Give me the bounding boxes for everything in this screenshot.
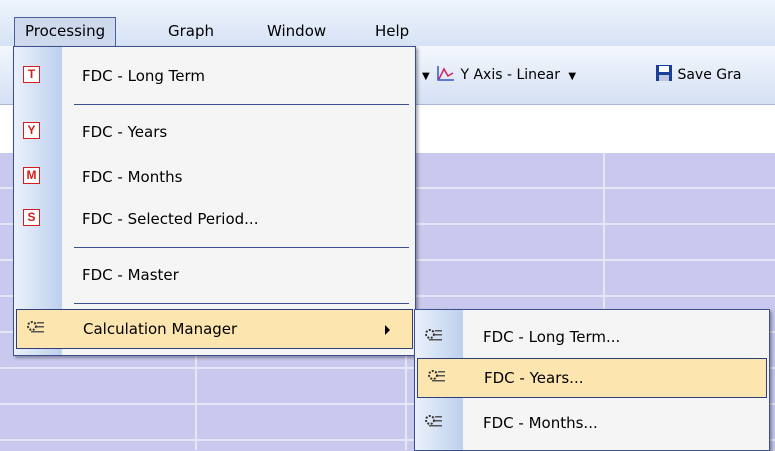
menu-item-label: FDC - Master xyxy=(82,266,179,284)
calculation-icon xyxy=(428,370,445,382)
chart-line-icon xyxy=(437,66,454,81)
menu-window[interactable]: Window xyxy=(257,17,336,46)
menu-separator xyxy=(74,104,409,105)
y-axis-button[interactable]: Y Axis - Linear ▼ xyxy=(436,64,580,86)
menu-separator xyxy=(74,303,409,304)
menu-processing[interactable]: Processing xyxy=(14,17,117,46)
letter-y-icon: Y xyxy=(23,122,40,139)
menu-item-fdc-long-term[interactable]: T FDC - Long Term xyxy=(14,57,415,95)
menu-item-label: Calculation Manager xyxy=(83,320,238,338)
calculation-icon xyxy=(425,329,442,341)
y-axis-label: Y Axis - Linear xyxy=(460,67,560,83)
menu-item-label: FDC - Long Term xyxy=(82,67,206,85)
calculation-icon xyxy=(425,415,442,427)
chevron-down-icon: ▼ xyxy=(568,71,577,82)
floppy-disk-icon xyxy=(656,65,672,81)
menu-item-label: FDC - Months... xyxy=(483,414,598,432)
save-graph-button[interactable]: Save Gra xyxy=(655,64,741,86)
menu-help[interactable]: Help xyxy=(365,17,419,46)
menu-item-label: FDC - Years... xyxy=(484,369,584,387)
letter-m-icon: M xyxy=(23,167,40,184)
menu-item-fdc-master[interactable]: FDC - Master xyxy=(14,256,415,294)
menu-item-label: FDC - Months xyxy=(82,168,183,186)
calculation-manager-submenu: FDC - Long Term... FDC - Years... FDC - … xyxy=(414,309,770,451)
menu-item-label: FDC - Long Term... xyxy=(483,328,621,346)
save-graph-label: Save Gra xyxy=(677,67,742,83)
submenu-item-fdc-years[interactable]: FDC - Years... xyxy=(417,358,767,398)
calculation-manager-icon xyxy=(27,321,44,333)
processing-menu: T FDC - Long Term Y FDC - Years M FDC - … xyxy=(13,46,416,356)
submenu-item-fdc-long-term[interactable]: FDC - Long Term... xyxy=(415,318,769,356)
menu-item-fdc-months[interactable]: M FDC - Months xyxy=(14,158,415,196)
menu-item-calculation-manager[interactable]: Calculation Manager xyxy=(16,309,413,349)
letter-s-icon: S xyxy=(23,209,40,226)
letter-t-icon: T xyxy=(23,66,40,83)
menu-item-fdc-years[interactable]: Y FDC - Years xyxy=(14,113,415,151)
submenu-arrow-icon xyxy=(385,325,390,335)
menu-separator xyxy=(74,247,409,248)
submenu-item-fdc-months[interactable]: FDC - Months... xyxy=(415,404,769,442)
menu-item-label: FDC - Selected Period... xyxy=(82,210,259,228)
menu-item-label: FDC - Years xyxy=(82,123,168,141)
menu-graph[interactable]: Graph xyxy=(158,17,224,46)
dropdown-arrow-icon[interactable]: ▼ xyxy=(418,64,434,86)
menu-bar: Processing Graph Window Help xyxy=(0,0,775,46)
menu-item-fdc-selected-period[interactable]: S FDC - Selected Period... xyxy=(14,200,415,238)
